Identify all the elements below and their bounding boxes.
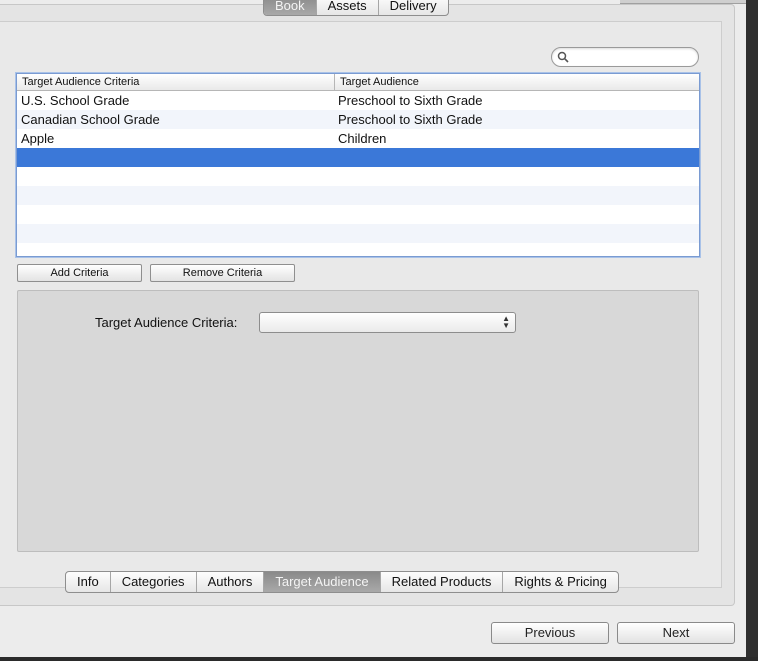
previous-button[interactable]: Previous	[491, 622, 609, 644]
criteria-label: Target Audience Criteria:	[95, 315, 238, 330]
search-icon	[557, 51, 569, 63]
tab-related-products[interactable]: Related Products	[381, 572, 504, 592]
remove-criteria-button[interactable]: Remove Criteria	[150, 264, 295, 282]
search-input[interactable]	[572, 49, 694, 65]
bottom-tab-bar: Info Categories Authors Target Audience …	[65, 571, 619, 593]
table-row[interactable]: Apple Children	[17, 129, 699, 148]
audience-cell: Preschool to Sixth Grade	[338, 93, 483, 108]
tab-assets[interactable]: Assets	[317, 0, 379, 15]
empty-row	[17, 186, 699, 205]
audience-cell: Children	[338, 131, 387, 146]
tab-rights-pricing[interactable]: Rights & Pricing	[503, 572, 617, 592]
top-tab-bar: Book Assets Delivery	[263, 0, 449, 16]
criteria-cell: U.S. School Grade	[21, 93, 130, 108]
criteria-popup[interactable]: ▲ ▼	[259, 312, 516, 333]
column-header-audience[interactable]: Target Audience	[335, 74, 699, 90]
criteria-cell: Canadian School Grade	[21, 112, 160, 127]
audience-cell: Preschool to Sixth Grade	[338, 112, 483, 127]
desktop-edge-bottom	[0, 657, 758, 661]
desktop-edge-right	[746, 0, 758, 661]
column-header-criteria[interactable]: Target Audience Criteria	[17, 74, 335, 90]
empty-row	[17, 167, 699, 186]
criteria-detail-box: Target Audience Criteria: ▲ ▼	[17, 290, 699, 552]
tab-target-audience[interactable]: Target Audience	[264, 572, 381, 592]
tab-delivery[interactable]: Delivery	[379, 0, 448, 15]
tab-book[interactable]: Book	[264, 0, 317, 15]
tab-authors[interactable]: Authors	[197, 572, 265, 592]
popup-arrows-icon: ▲ ▼	[502, 314, 510, 330]
criteria-cell: Apple	[21, 131, 55, 146]
search-field[interactable]	[551, 47, 699, 67]
empty-row	[17, 205, 699, 224]
empty-row	[17, 243, 699, 256]
table-row[interactable]: Canadian School Grade Preschool to Sixth…	[17, 110, 699, 129]
table-row-selected[interactable]	[17, 148, 699, 167]
next-button[interactable]: Next	[617, 622, 735, 644]
table-header: Target Audience Criteria Target Audience	[17, 74, 699, 91]
table-row[interactable]: U.S. School Grade Preschool to Sixth Gra…	[17, 91, 699, 110]
target-audience-table[interactable]: Target Audience Criteria Target Audience…	[16, 73, 700, 257]
tab-categories[interactable]: Categories	[111, 572, 197, 592]
tab-info[interactable]: Info	[66, 572, 111, 592]
empty-row	[17, 224, 699, 243]
add-criteria-button[interactable]: Add Criteria	[17, 264, 142, 282]
